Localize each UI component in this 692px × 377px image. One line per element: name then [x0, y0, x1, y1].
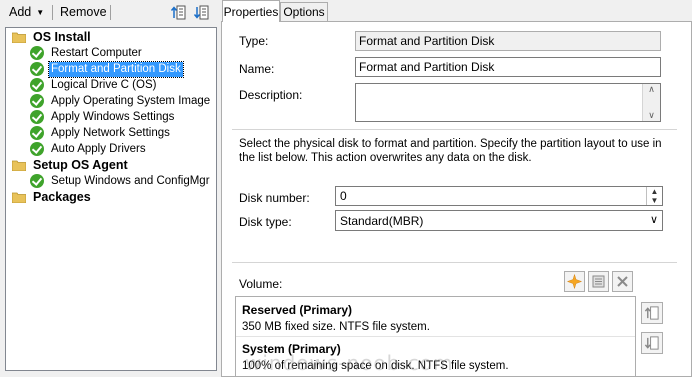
tree-item-label: Setup Windows and ConfigMgr	[51, 174, 210, 187]
delete-x-icon	[617, 276, 628, 287]
move-up-icon	[644, 306, 659, 320]
tree-group-label: OS Install	[33, 29, 91, 44]
tree-item-apply-network-settings[interactable]: Apply Network Settings	[30, 125, 172, 141]
tree-group-label: Setup OS Agent	[33, 157, 128, 172]
tab-properties[interactable]: Properties	[222, 0, 280, 22]
tree-item-label: Apply Windows Settings	[51, 110, 175, 123]
watermark-text: windows-noob.com	[245, 351, 454, 375]
tree-item-apply-windows-settings[interactable]: Apply Windows Settings	[30, 109, 176, 125]
tree-item-auto-apply-drivers[interactable]: Auto Apply Drivers	[30, 141, 148, 157]
check-icon	[30, 46, 44, 60]
spin-down-icon[interactable]: ▼	[647, 196, 662, 205]
volume-move-down-button[interactable]	[641, 332, 663, 354]
disk-type-value: Standard(MBR)	[340, 214, 424, 228]
toolbar-separator	[110, 5, 111, 20]
delete-partition-button[interactable]	[612, 271, 633, 292]
tree-item-label: Format and Partition Disk	[48, 60, 184, 78]
spin-up-icon[interactable]: ▲	[647, 187, 662, 196]
tree-item-logical-drive[interactable]: Logical Drive C (OS)	[30, 77, 158, 93]
volume-description: 350 MB fixed size. NTFS file system.	[242, 321, 430, 333]
description-textarea[interactable]: ∧ ∨	[355, 83, 661, 122]
name-input[interactable]: Format and Partition Disk	[355, 57, 661, 77]
disk-number-label: Disk number:	[239, 191, 310, 205]
tree-item-label: Restart Computer	[51, 46, 142, 59]
add-menu-button[interactable]: Add ▼	[9, 5, 44, 19]
name-label: Name:	[239, 62, 275, 76]
task-sequence-tree[interactable]: OS Install Restart Computer Format and P…	[5, 27, 217, 371]
tree-item-format-partition-disk[interactable]: Format and Partition Disk	[30, 60, 184, 78]
check-icon	[30, 78, 44, 92]
tree-item-label: Apply Operating System Image	[51, 94, 211, 107]
check-icon	[30, 126, 44, 140]
check-icon	[30, 94, 44, 108]
disk-number-stepper[interactable]: 0 ▲ ▼	[335, 186, 663, 206]
volume-entry-reserved[interactable]: Reserved (Primary) 350 MB fixed size. NT…	[242, 303, 430, 333]
tree-item-restart-computer[interactable]: Restart Computer	[30, 45, 144, 61]
section-divider	[232, 262, 677, 263]
dropdown-arrow-icon: ▼	[36, 7, 45, 17]
disk-type-label: Disk type:	[239, 215, 292, 229]
tree-group-setup-os-agent[interactable]: Setup OS Agent	[11, 157, 130, 173]
move-down-icon	[644, 336, 659, 350]
partition-properties-button[interactable]	[588, 271, 609, 292]
tree-item-label: Apply Network Settings	[51, 126, 170, 139]
check-icon	[30, 174, 44, 188]
tree-item-apply-os-image[interactable]: Apply Operating System Image	[30, 93, 212, 109]
check-icon	[30, 62, 44, 76]
move-up-icon[interactable]	[170, 4, 187, 21]
tab-label: Options	[283, 5, 325, 19]
description-label: Description:	[239, 88, 303, 102]
tab-label: Properties	[223, 4, 279, 19]
disk-number-value: 0	[340, 189, 347, 203]
add-label: Add	[9, 5, 32, 19]
check-icon	[30, 110, 44, 124]
folder-icon	[11, 160, 27, 171]
properties-icon	[592, 275, 605, 288]
section-divider	[232, 129, 677, 130]
disk-type-select[interactable]: Standard(MBR) ∨	[335, 210, 663, 231]
remove-label: Remove	[60, 5, 107, 19]
volume-title: Reserved (Primary)	[242, 303, 353, 317]
volume-label: Volume:	[239, 277, 283, 291]
folder-icon	[11, 32, 27, 43]
star-icon	[567, 274, 582, 289]
remove-button[interactable]: Remove	[60, 5, 107, 19]
move-down-icon[interactable]	[193, 4, 210, 21]
toolbar-separator	[52, 5, 53, 20]
folder-icon	[11, 192, 27, 203]
disk-number-spinner[interactable]: ▲ ▼	[646, 187, 662, 205]
tree-item-setup-windows-configmgr[interactable]: Setup Windows and ConfigMgr	[30, 173, 212, 189]
volume-divider	[236, 336, 635, 337]
instructions-text: Select the physical disk to format and p…	[239, 138, 662, 164]
scroll-up-icon[interactable]: ∧	[648, 84, 655, 95]
type-field: Format and Partition Disk	[355, 31, 661, 51]
check-icon	[30, 142, 44, 156]
task-sequence-toolbar: Add ▼ Remove	[0, 0, 218, 26]
tree-group-label: Packages	[33, 189, 91, 204]
type-label: Type:	[239, 34, 269, 48]
tree-item-label: Auto Apply Drivers	[51, 142, 146, 155]
scroll-down-icon[interactable]: ∨	[648, 110, 655, 121]
tab-options[interactable]: Options	[280, 2, 328, 21]
tree-item-label: Logical Drive C (OS)	[51, 78, 157, 91]
tree-group-os-install[interactable]: OS Install	[11, 29, 93, 45]
description-scrollbar[interactable]: ∧ ∨	[642, 84, 660, 121]
chevron-down-icon: ∨	[649, 214, 658, 226]
tree-group-packages[interactable]: Packages	[11, 189, 93, 205]
volume-move-up-button[interactable]	[641, 302, 663, 324]
new-partition-button[interactable]	[564, 271, 585, 292]
